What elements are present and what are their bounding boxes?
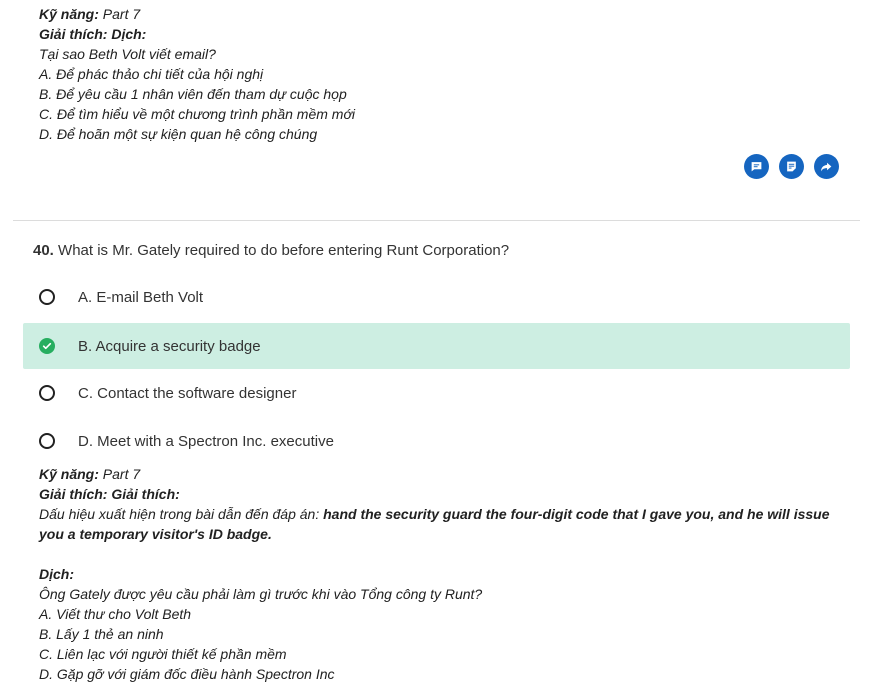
explanation-header: Giải thích: Giải thích: (39, 486, 180, 502)
skill-label: Kỹ năng: (39, 6, 99, 22)
option-label: A. E-mail Beth Volt (78, 288, 204, 306)
option-label: C. Contact the software designer (78, 384, 297, 402)
question-number: 40. (33, 242, 54, 259)
translation-line: Ông Gately được yêu cầu phải làm gì trướ… (39, 586, 483, 602)
translation-header: Dịch: (39, 566, 74, 582)
skill-value: Part 7 (102, 466, 141, 482)
translation-line: D. Để hoãn một sự kiện quan hệ công chún… (39, 126, 318, 142)
answer-explanation: Kỹ năng: Part 7 Giải thích: Giải thích: … (39, 464, 849, 684)
option-c[interactable]: C. Contact the software designer (23, 370, 850, 416)
option-a[interactable]: A. E-mail Beth Volt (23, 274, 850, 320)
translation-line: Tại sao Beth Volt viết email? (39, 46, 216, 62)
translation-line: C. Liên lạc với người thiết kế phần mềm (39, 646, 287, 662)
share-icon[interactable] (814, 154, 839, 179)
divider (13, 220, 860, 221)
explanation-header: Giải thích: Dịch: (39, 26, 147, 42)
translation-line: B. Lấy 1 thẻ an ninh (39, 626, 164, 642)
option-b[interactable]: B. Acquire a security badge (23, 323, 850, 369)
action-icons (744, 154, 839, 179)
translation-line: A. Viết thư cho Volt Beth (39, 606, 192, 622)
skill-label: Kỹ năng: (39, 466, 99, 482)
clue-prefix: Dấu hiệu xuất hiện trong bài dẫn đến đáp… (39, 506, 320, 522)
note-icon[interactable] (779, 154, 804, 179)
comment-icon[interactable] (744, 154, 769, 179)
translation-line: A. Để phác thảo chi tiết của hội nghị (39, 66, 264, 82)
option-d[interactable]: D. Meet with a Spectron Inc. executive (23, 418, 850, 464)
clue-paragraph: Dấu hiệu xuất hiện trong bài dẫn đến đáp… (39, 504, 849, 544)
translation-line: C. Để tìm hiểu về một chương trình phần … (39, 106, 356, 122)
translation-line: D. Gặp gỡ với giám đốc điều hành Spectro… (39, 666, 335, 682)
skill-value: Part 7 (102, 6, 141, 22)
question-text: 40. What is Mr. Gately required to do be… (33, 242, 509, 259)
option-label: D. Meet with a Spectron Inc. executive (78, 432, 334, 450)
check-circle-icon (39, 338, 55, 354)
radio-icon[interactable] (39, 385, 55, 401)
option-label: B. Acquire a security badge (78, 337, 261, 355)
radio-icon[interactable] (39, 433, 55, 449)
previous-explanation: Kỹ năng: Part 7 Giải thích: Dịch: Tại sa… (39, 4, 839, 144)
question-prompt: What is Mr. Gately required to do before… (58, 242, 510, 259)
radio-icon[interactable] (39, 289, 55, 305)
translation-line: B. Để yêu cầu 1 nhân viên đến tham dự cu… (39, 86, 347, 102)
